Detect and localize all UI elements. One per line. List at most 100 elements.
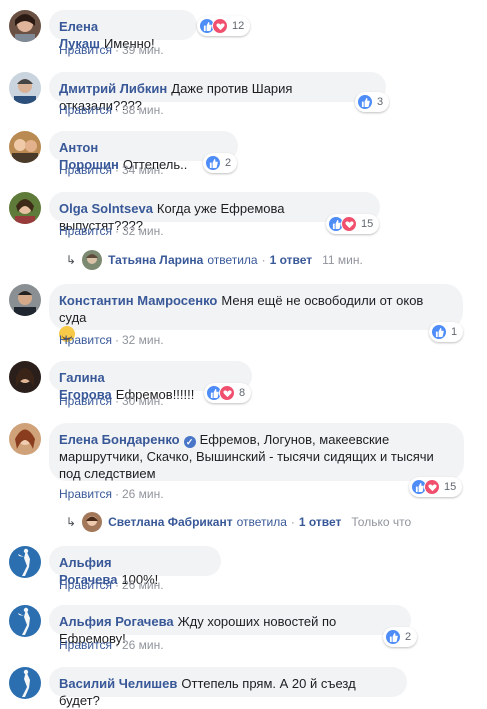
comment-meta: Нравится · 32 мин. xyxy=(59,333,164,347)
reply-author[interactable]: Татьяна Ларина xyxy=(108,253,203,267)
separator: · xyxy=(290,515,295,529)
reactions-count: 2 xyxy=(405,631,412,643)
reply-avatar xyxy=(82,512,103,532)
like-icon xyxy=(431,324,447,340)
like-link[interactable]: Нравится xyxy=(59,333,112,347)
reactions-summary[interactable]: 15 xyxy=(409,477,463,497)
reply-count[interactable]: 1 ответ xyxy=(270,253,313,267)
reply-arrow-icon: ↳ xyxy=(66,253,77,267)
comment-text-line: маршрутчики, Скачко, Вышинский - тысячи … xyxy=(59,449,434,464)
like-link[interactable]: Нравится xyxy=(59,43,112,57)
comment-time[interactable]: 26 мин. xyxy=(122,578,164,592)
comment-author[interactable]: Olga Solntseva xyxy=(59,201,153,216)
like-icon xyxy=(385,629,401,645)
reactions-count: 15 xyxy=(361,218,374,230)
comment-author[interactable]: Константин Мамросенко xyxy=(59,293,217,308)
comment-time[interactable]: 32 мин. xyxy=(122,224,164,238)
reactions-summary[interactable]: 15 xyxy=(326,214,380,234)
reactions-count: 8 xyxy=(239,387,246,399)
comment-author[interactable]: Василий Челишев xyxy=(59,676,177,691)
separator: · xyxy=(114,43,119,57)
reply-verb: ответила xyxy=(236,515,287,529)
comment-meta: Нравится · 26 мин. xyxy=(59,638,164,652)
comment-meta: Нравится · 30 мин. xyxy=(59,394,164,408)
reactions-summary[interactable]: 2 xyxy=(383,627,418,647)
like-icon xyxy=(205,155,221,171)
reply-count[interactable]: 1 ответ xyxy=(299,515,342,529)
love-icon xyxy=(212,18,228,34)
comment-bubble: Константин Мамросенко Меня ещё не освобод… xyxy=(49,284,463,342)
comment-time[interactable]: 26 мин. xyxy=(122,487,164,501)
comment-time[interactable]: 32 мин. xyxy=(122,333,164,347)
reactions-summary[interactable]: 3 xyxy=(355,92,390,112)
comment-time[interactable]: 34 мин. xyxy=(122,163,164,177)
avatar[interactable] xyxy=(9,667,41,699)
avatar[interactable] xyxy=(9,72,41,104)
comment-meta: Нравится · 32 мин. xyxy=(59,224,164,238)
comment-bubble: Дмитрий Либкин Даже против Шария отказали… xyxy=(49,72,386,113)
like-link[interactable]: Нравится xyxy=(59,224,112,238)
like-link[interactable]: Нравится xyxy=(59,578,112,592)
reactions-count: 3 xyxy=(377,96,384,108)
comment-time[interactable]: 39 мин. xyxy=(122,43,164,57)
avatar[interactable] xyxy=(9,423,41,455)
comments-feed: Елена Лукаш Именно! 12 Нравится · 39 мин. Д… xyxy=(0,0,487,708)
replies-link[interactable]: ↳ Светлана Фабрикант ответила · 1 ответ … xyxy=(66,512,411,532)
comment-bubble: Альфия Рогачева Жду хороших новостей по Е… xyxy=(49,605,411,646)
comment-text-line: Ефремов, Логунов, макеевские xyxy=(199,432,390,447)
like-link[interactable]: Нравится xyxy=(59,638,112,652)
verified-icon: ✓ xyxy=(183,436,196,448)
reactions-summary[interactable]: 2 xyxy=(203,153,238,173)
separator: · xyxy=(114,578,119,592)
reactions-count: 1 xyxy=(451,326,458,338)
reply-avatar xyxy=(82,250,103,270)
comment-bubble: Елена Лукаш Именно! xyxy=(49,10,197,51)
reply-arrow-icon: ↳ xyxy=(66,515,77,529)
avatar[interactable] xyxy=(9,131,41,163)
comment-author[interactable]: Дмитрий Либкин xyxy=(59,81,167,96)
reply-time: 11 мин. xyxy=(322,253,363,267)
comment-bubble: Альфия Рогачева 100%! xyxy=(49,546,221,587)
separator: · xyxy=(114,333,119,347)
like-link[interactable]: Нравится xyxy=(59,394,112,408)
comment-time[interactable]: 30 мин. xyxy=(122,394,164,408)
comment-time[interactable]: 38 мин. xyxy=(122,103,164,117)
love-icon xyxy=(341,216,357,232)
separator: · xyxy=(261,253,266,267)
comment-meta: Нравится · 34 мин. xyxy=(59,163,164,177)
like-link[interactable]: Нравится xyxy=(59,487,112,501)
reactions-count: 15 xyxy=(444,481,457,493)
reactions-count: 12 xyxy=(232,20,245,32)
like-link[interactable]: Нравится xyxy=(59,103,112,117)
like-icon xyxy=(357,94,373,110)
separator: · xyxy=(114,103,119,117)
comment-bubble: Василий Челишев Оттепель прям. А 20 й съе… xyxy=(49,667,407,708)
comment-meta: Нравится · 26 мин. xyxy=(59,487,164,501)
comment-bubble: Елена Бондаренко ✓ Ефремов, Логунов, макее… xyxy=(49,423,464,481)
comment-author[interactable]: Елена Бондаренко xyxy=(59,432,180,447)
love-icon xyxy=(424,479,440,495)
like-link[interactable]: Нравится xyxy=(59,163,112,177)
separator: · xyxy=(114,487,119,501)
avatar[interactable] xyxy=(9,361,41,393)
reply-time: Только что xyxy=(351,515,412,529)
reply-author[interactable]: Светлана Фабрикант xyxy=(108,515,233,529)
replies-link[interactable]: ↳ Татьяна Ларина ответила · 1 ответ 11 м… xyxy=(66,250,363,270)
separator: · xyxy=(114,224,119,238)
avatar[interactable] xyxy=(9,284,41,316)
avatar[interactable] xyxy=(9,546,41,578)
avatar[interactable] xyxy=(9,192,41,224)
reactions-summary[interactable]: 8 xyxy=(204,383,252,403)
avatar[interactable] xyxy=(9,10,41,42)
separator: · xyxy=(114,394,119,408)
comment-time[interactable]: 26 мин. xyxy=(122,638,164,652)
comment-meta: Нравится · 38 мин. xyxy=(59,103,164,117)
reactions-summary[interactable]: 1 xyxy=(429,322,464,342)
love-icon xyxy=(219,385,235,401)
comment-meta: Нравится · 39 мин. xyxy=(59,43,164,57)
reactions-summary[interactable]: 12 xyxy=(197,16,251,36)
avatar[interactable] xyxy=(9,605,41,637)
comment-meta: Нравится · 26 мин. xyxy=(59,578,164,592)
comment-text-line: под следствием xyxy=(59,466,156,481)
comment-author[interactable]: Альфия Рогачева xyxy=(59,614,174,629)
